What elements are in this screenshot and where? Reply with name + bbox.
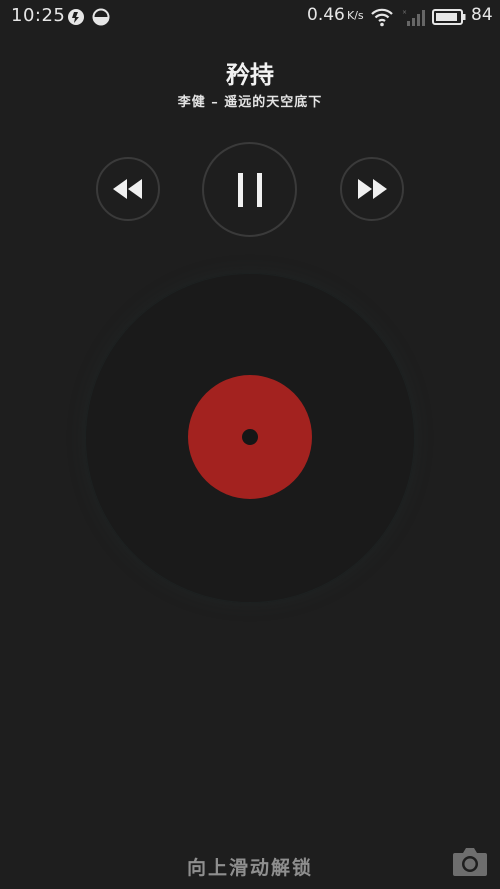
song-title: 矜持 — [226, 60, 274, 89]
camera-button[interactable] — [451, 846, 489, 878]
wifi-icon — [370, 7, 394, 31]
status-time: 10:25 — [11, 5, 66, 26]
battery-level: 84 — [471, 5, 493, 25]
network-unit: K/s — [347, 9, 364, 22]
rewind-icon — [113, 179, 142, 199]
music-app-icon — [67, 8, 85, 30]
network-speed: 0.46 — [307, 5, 345, 25]
pause-icon — [237, 172, 262, 207]
fast-forward-button[interactable] — [340, 157, 404, 221]
camera-icon — [453, 848, 487, 876]
svg-text:×: × — [402, 9, 407, 16]
song-subtitle: 李健 – 遥远的天空底下 — [177, 95, 323, 110]
signal-icon: × — [401, 7, 427, 31]
unlock-hint[interactable]: 向上滑动解锁 — [0, 853, 500, 880]
disc-center-hole — [242, 429, 258, 445]
half-circle-icon — [92, 8, 110, 30]
rewind-button[interactable] — [96, 157, 160, 221]
battery-icon — [432, 9, 466, 29]
fast-forward-icon — [358, 179, 387, 199]
status-bar: 10:25 0.46 K/s × 84 — [0, 0, 500, 34]
pause-button[interactable] — [202, 142, 297, 237]
